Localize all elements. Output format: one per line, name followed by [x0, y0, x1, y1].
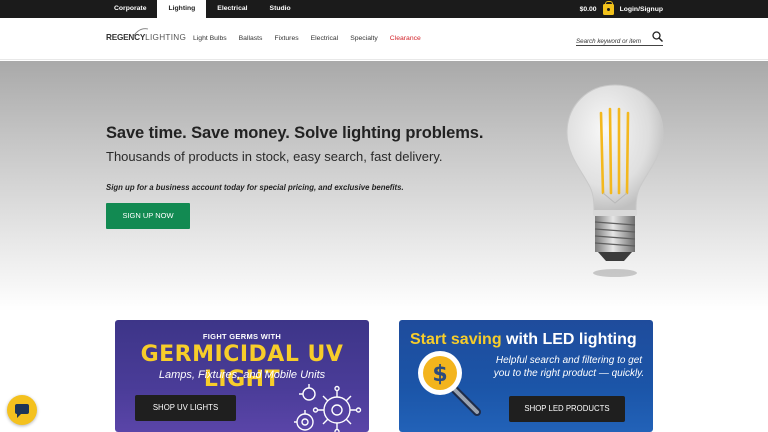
shop-uv-button[interactable]: SHOP UV LIGHTS: [135, 395, 236, 421]
menu-electrical[interactable]: Electrical: [311, 35, 339, 42]
menu-ballasts[interactable]: Ballasts: [239, 35, 263, 42]
led-title: Start saving with LED lighting: [410, 331, 637, 349]
light-bulb-image: [566, 84, 664, 277]
main-nav: REGENCYLIGHTING Light Bulbs Ballasts Fix…: [0, 18, 768, 60]
logo-text-lighting: LIGHTING: [145, 33, 187, 42]
login-link[interactable]: Login/Signup: [620, 6, 663, 13]
led-title-a: Start saving: [410, 331, 507, 348]
shop-led-button[interactable]: SHOP LED PRODUCTS: [509, 396, 625, 422]
search-icon[interactable]: [652, 31, 663, 42]
virus-icon: [294, 384, 362, 432]
category-menu: Light Bulbs Ballasts Fixtures Electrical…: [193, 35, 421, 42]
logo-swoosh-icon: [131, 28, 149, 40]
svg-text:$: $: [432, 362, 447, 387]
uv-line1: FIGHT GERMS WITH: [202, 332, 282, 341]
top-bar: Corporate Lighting Electrical Studio $0.…: [0, 0, 768, 18]
menu-light-bulbs[interactable]: Light Bulbs: [193, 35, 227, 42]
tab-lighting[interactable]: Lighting: [157, 0, 207, 18]
tab-electrical[interactable]: Electrical: [206, 0, 258, 18]
account-area: $0.00 Login/Signup: [580, 0, 663, 18]
promo-card-uv[interactable]: FIGHT GERMS WITH GERMICIDAL UV LIGHT Lam…: [115, 320, 369, 432]
chat-icon: [15, 404, 29, 418]
led-text: Helpful search and filtering to get you …: [493, 355, 645, 379]
search-box: [576, 30, 663, 49]
chat-button[interactable]: [7, 395, 37, 425]
dollar-magnifier-icon: $: [418, 351, 481, 416]
cart-total[interactable]: $0.00: [580, 6, 597, 13]
tab-corporate[interactable]: Corporate: [103, 0, 157, 18]
search-input[interactable]: [576, 34, 654, 49]
shopping-bag-icon[interactable]: [602, 0, 614, 15]
menu-specialty[interactable]: Specialty: [350, 35, 378, 42]
site-tabs: Corporate Lighting Electrical Studio: [103, 0, 302, 18]
tab-studio[interactable]: Studio: [259, 0, 302, 18]
hero-headline-text: Save time. Save money. Solve lighting pr…: [106, 124, 484, 142]
sign-up-button[interactable]: SIGN UP NOW: [106, 203, 190, 229]
hero-banner: Save time. Save money. Solve lighting pr…: [0, 61, 768, 311]
promo-card-led[interactable]: Start saving with LED lighting Helpful s…: [399, 320, 653, 432]
menu-clearance[interactable]: Clearance: [390, 35, 421, 42]
hero-note: Sign up for a business account today for…: [106, 183, 404, 192]
led-title-b: with LED lighting: [506, 331, 637, 348]
menu-fixtures[interactable]: Fixtures: [274, 35, 298, 42]
hero-subheadline: Thousands of products in stock, easy sea…: [106, 149, 443, 164]
